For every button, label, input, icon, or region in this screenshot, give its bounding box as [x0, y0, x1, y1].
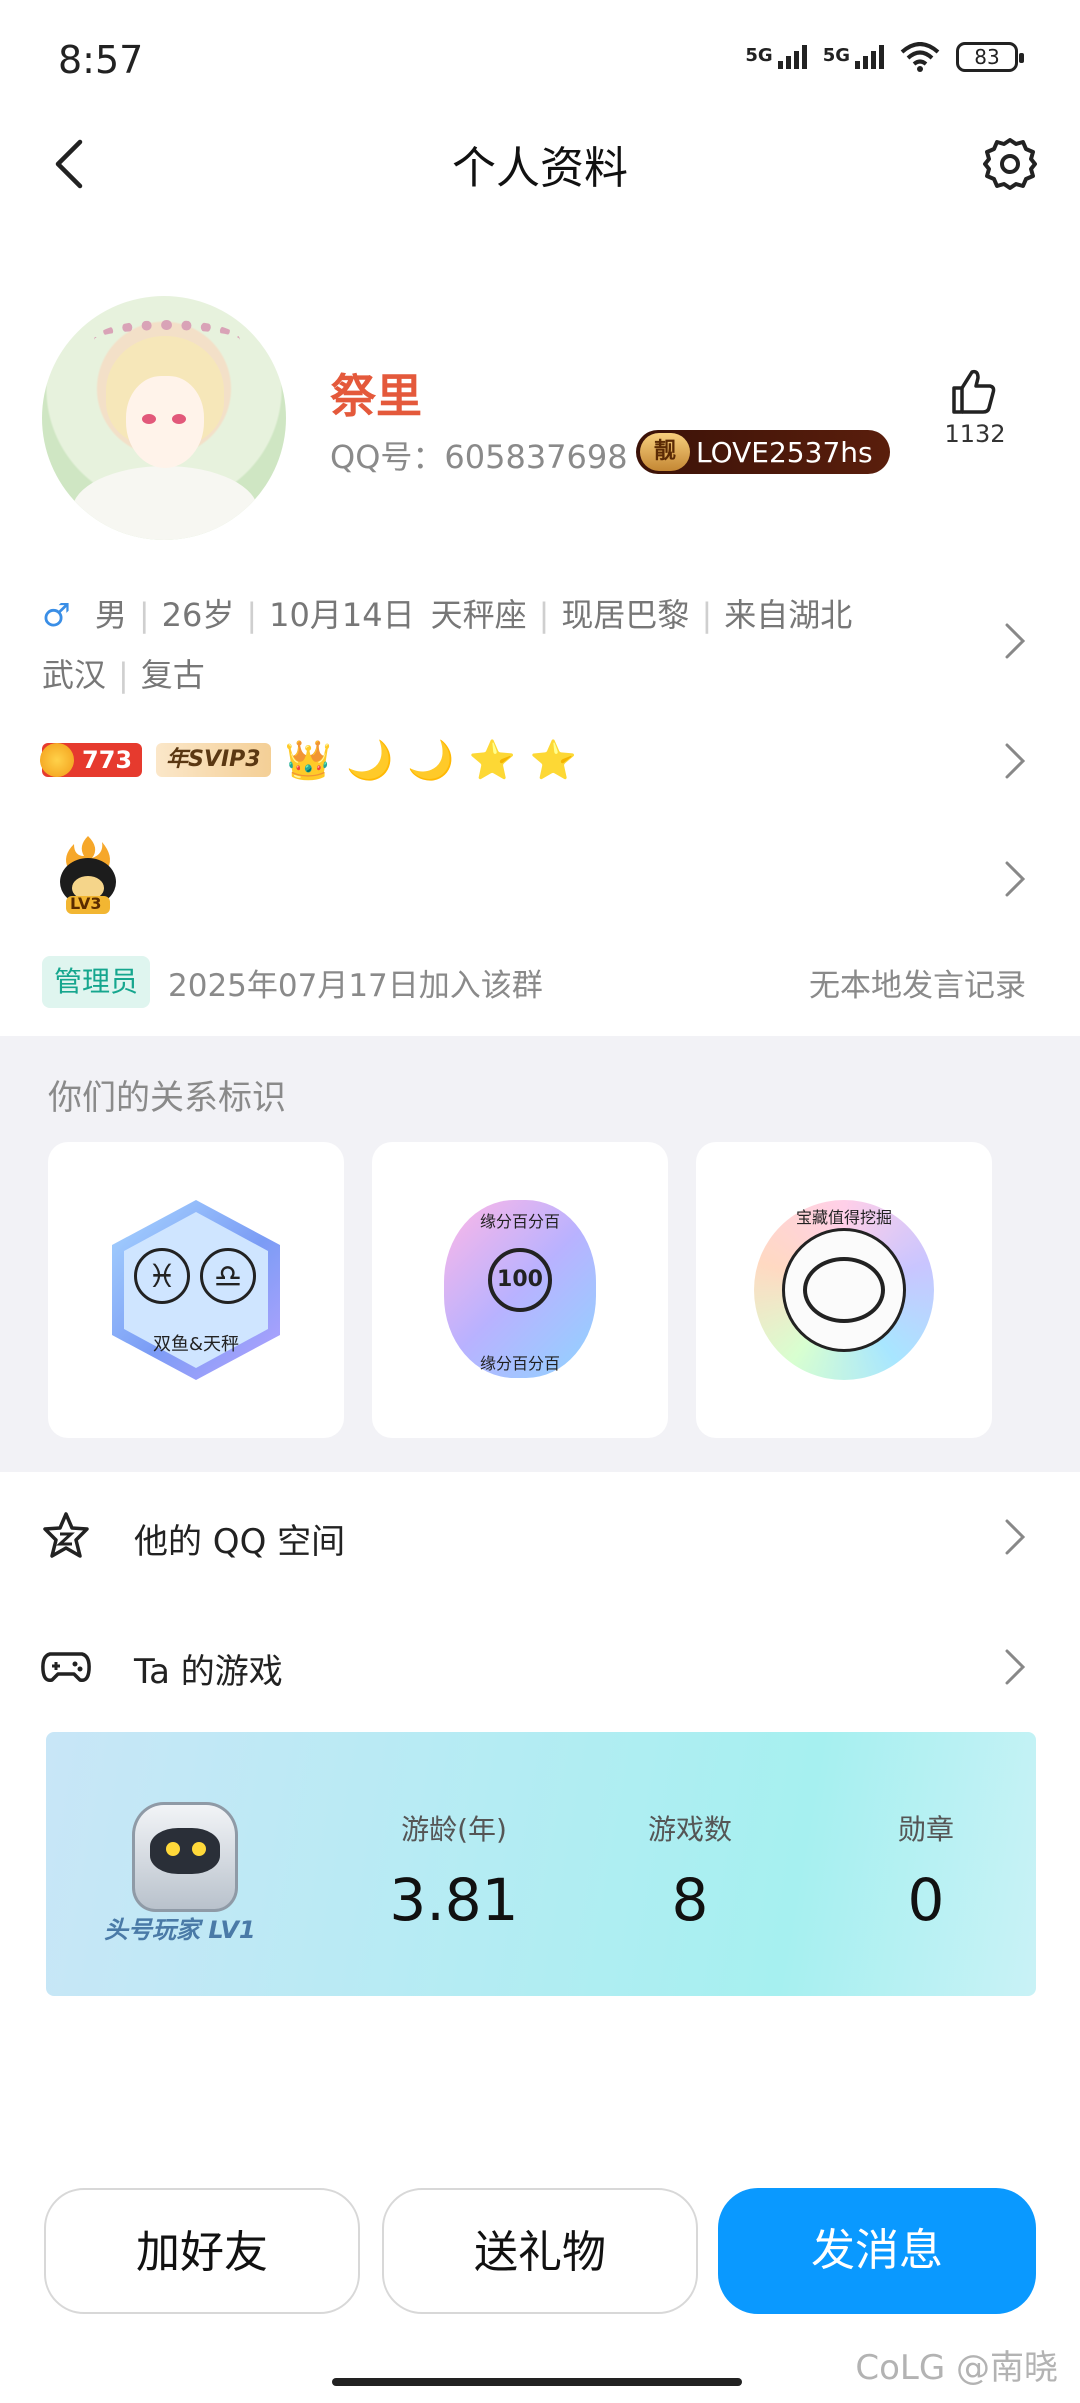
- send-message-button[interactable]: 发消息: [718, 2188, 1036, 2314]
- location-text: 现居巴黎: [561, 596, 690, 634]
- status-icons: 5G 5G 83: [745, 42, 1024, 72]
- relationship-card-treasure[interactable]: 宝藏值得挖掘: [696, 1142, 992, 1438]
- chevron-right-icon[interactable]: [1002, 1646, 1028, 1688]
- fate-badge-text-bottom: 缘分百分百: [479, 1354, 560, 1373]
- avatar[interactable]: [42, 296, 286, 540]
- group-join-date: 2025年07月17日加入该群: [168, 968, 543, 1004]
- stat-value-game-age: 3.81: [389, 1866, 519, 1934]
- style-tag-text: 复古: [140, 656, 205, 694]
- basic-info-line-1[interactable]: ♂ 男 | 26岁 | 10月14日 天秤座 | 现居巴黎 | 来自湖北: [42, 590, 852, 636]
- hometown-text: 来自湖北: [724, 596, 853, 634]
- qq-number: QQ号：605837698: [330, 438, 628, 476]
- moon-icon: 🌙: [345, 738, 394, 782]
- coin-icon: [40, 743, 74, 777]
- libra-icon: ♎: [200, 1248, 256, 1304]
- chevron-right-icon[interactable]: [1002, 858, 1028, 900]
- chevron-right-icon[interactable]: [1002, 1516, 1028, 1558]
- grade-number: 773: [82, 746, 133, 774]
- basic-info-line-2[interactable]: 武汉 | 复古: [42, 650, 205, 696]
- chevron-right-icon[interactable]: [1002, 740, 1028, 782]
- star-icon: ⭐: [468, 738, 516, 782]
- status-time: 8:57: [58, 38, 144, 82]
- pisces-icon: ♓: [134, 1248, 190, 1304]
- svip-badge: 年SVIP3: [156, 743, 271, 777]
- star-icon: ⭐: [529, 738, 578, 782]
- pretty-number-badge[interactable]: 靓 LOVE2537hs: [636, 430, 890, 474]
- treasure-badge-text: 宝藏值得挖掘: [795, 1208, 892, 1227]
- smiley-face-icon: [803, 1257, 885, 1323]
- signal-icon-2: 5G: [823, 45, 884, 69]
- hometown-city-text: 武汉: [42, 656, 107, 694]
- gender-text: 男: [94, 596, 127, 634]
- relationship-card-zodiac[interactable]: ♓ ♎ 双鱼&天秤: [48, 1142, 344, 1438]
- thumbs-up-icon[interactable]: [948, 366, 998, 416]
- relationship-card-fate[interactable]: 缘分百分百 100 缘分百分百: [372, 1142, 668, 1438]
- nickname: 祭里: [330, 369, 422, 423]
- wifi-icon: [900, 42, 940, 72]
- stat-label-game-age: 游龄(年): [401, 1813, 507, 1846]
- zodiac-badge-text: 双鱼&天秤: [152, 1334, 240, 1355]
- stat-label-medals: 勋章: [897, 1813, 954, 1846]
- pretty-number-icon: 靓: [640, 433, 690, 471]
- fate-badge-text-top: 缘分百分百: [479, 1212, 560, 1231]
- constellation-text: 天秤座: [430, 596, 527, 634]
- watermark: CoLG @南晓: [855, 2348, 1058, 2388]
- pretty-number-text: LOVE2537hs: [696, 435, 873, 469]
- qzone-star-icon: [43, 1512, 89, 1558]
- male-icon: ♂: [42, 596, 71, 634]
- like-count: 1132: [944, 420, 1006, 448]
- signal-icon-1: 5G: [745, 45, 807, 69]
- no-local-record: 无本地发言记录: [809, 968, 1026, 1004]
- moon-icon: 🌙: [407, 738, 455, 782]
- qzone-row-label[interactable]: 他的 QQ 空间: [134, 1514, 345, 1563]
- gamepad-icon: [41, 1652, 91, 1683]
- send-gift-button[interactable]: 送礼物: [382, 2188, 698, 2314]
- fate-badge-icon: 缘分百分百 100 缘分百分百: [444, 1200, 596, 1378]
- chevron-right-icon[interactable]: [1002, 620, 1028, 662]
- games-row-label[interactable]: Ta 的游戏: [134, 1644, 283, 1693]
- add-friend-button[interactable]: 加好友: [44, 2188, 360, 2314]
- group-level-badge[interactable]: LV3: [52, 834, 124, 918]
- robot-avatar-icon: [122, 1792, 248, 1916]
- treasure-badge-icon: 宝藏值得挖掘: [754, 1200, 934, 1380]
- admin-tag: 管理员: [42, 956, 151, 1008]
- page-title: 个人资料: [452, 143, 628, 194]
- crown-icon: 👑: [284, 738, 332, 782]
- home-indicator[interactable]: [332, 2378, 742, 2386]
- relationship-title: 你们的关系标识: [48, 1078, 286, 1118]
- vip-badge-row[interactable]: 773 年SVIP3 👑 🌙 🌙 ⭐ ⭐: [40, 738, 578, 782]
- heart-100-icon: 100: [488, 1248, 552, 1312]
- stat-value-game-count: 8: [671, 1866, 709, 1934]
- zodiac-badge-icon: ♓ ♎ 双鱼&天秤: [112, 1200, 280, 1380]
- stat-value-medals: 0: [907, 1866, 945, 1934]
- age-text: 26岁: [161, 596, 235, 634]
- player-level-label: 头号玩家 LV1: [104, 1916, 256, 1944]
- gear-icon[interactable]: [980, 134, 1040, 194]
- group-level-text: LV3: [70, 894, 102, 913]
- battery-icon: 83: [956, 42, 1024, 72]
- birthday-text: 10月14日: [269, 596, 415, 634]
- stat-label-game-count: 游戏数: [647, 1813, 732, 1846]
- qq-grade-badge: 773: [40, 743, 143, 777]
